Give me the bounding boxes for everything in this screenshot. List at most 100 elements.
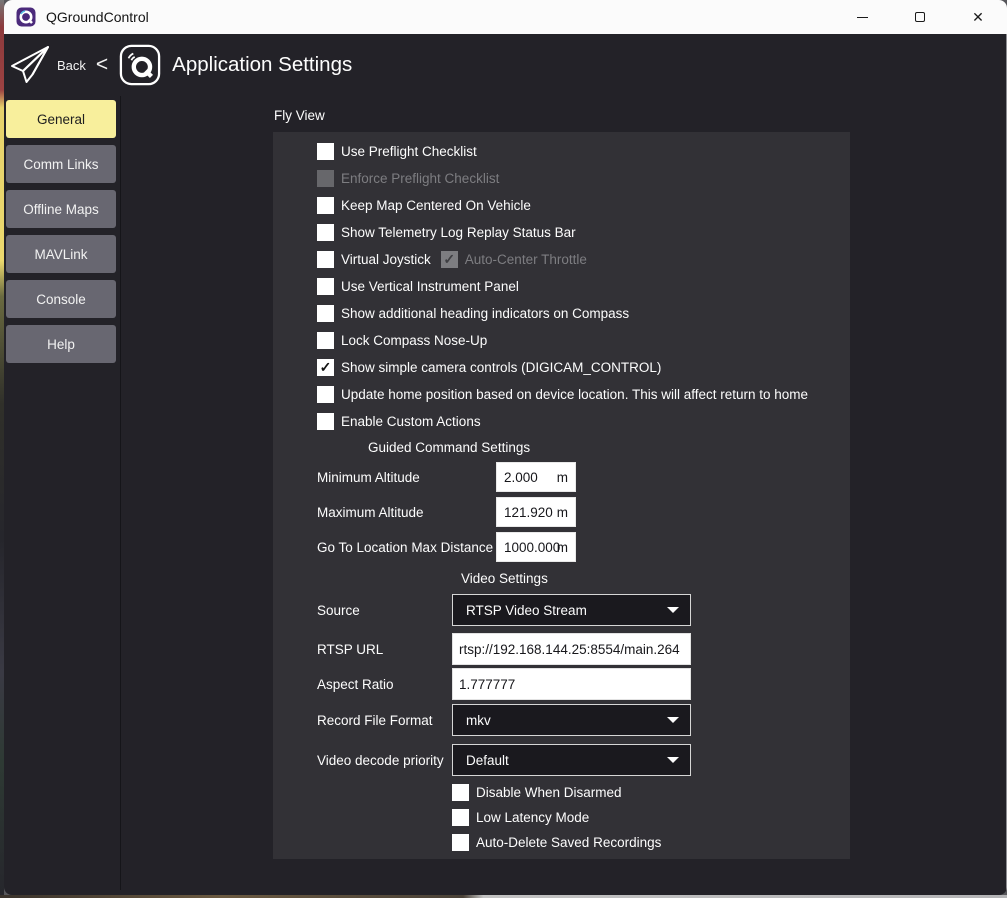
section-label-fly-view: Fly View [274, 108, 325, 123]
row-enforce-preflight-checklist: Enforce Preflight Checklist [317, 170, 499, 187]
guided-command-settings-header: Guided Command Settings [368, 440, 530, 455]
row-rtsp-url: RTSP URL [317, 633, 691, 665]
fly-view-settings-panel: Use Preflight Checklist Enforce Prefligh… [273, 132, 850, 859]
checkbox-label: Lock Compass Nose-Up [341, 333, 487, 348]
checkbox-telemetry-log-replay[interactable] [317, 224, 334, 241]
checkbox-label: Enable Custom Actions [341, 414, 481, 429]
row-lock-compass-nose-up[interactable]: Lock Compass Nose-Up [317, 332, 487, 349]
sidebar-divider [120, 96, 121, 890]
close-button[interactable]: ✕ [949, 0, 1007, 34]
minimize-button[interactable] [833, 0, 891, 34]
window-title: QGroundControl [46, 9, 149, 25]
checkbox-keep-map-centered[interactable] [317, 197, 334, 214]
field-label: Maximum Altitude [317, 505, 496, 520]
checkbox-auto-center-throttle [441, 251, 458, 268]
row-disable-when-disarmed[interactable]: Disable When Disarmed [452, 784, 622, 801]
row-video-decode-priority: Video decode priority Default [317, 744, 691, 776]
checkbox-enable-custom-actions[interactable] [317, 413, 334, 430]
row-use-preflight-checklist[interactable]: Use Preflight Checklist [317, 143, 477, 160]
checkbox-lock-compass-nose-up[interactable] [317, 332, 334, 349]
field-value: 2.000 [497, 470, 538, 485]
checkbox-disable-when-disarmed[interactable] [452, 784, 469, 801]
row-heading-indicators[interactable]: Show additional heading indicators on Co… [317, 305, 629, 322]
video-settings-header: Video Settings [461, 571, 548, 586]
checkbox-label: Show Telemetry Log Replay Status Bar [341, 225, 576, 240]
window-controls: ✕ [833, 0, 1007, 34]
row-record-file-format: Record File Format mkv [317, 704, 691, 736]
qgc-app-icon [16, 7, 36, 27]
maximum-altitude-field[interactable]: 121.920 m [496, 497, 576, 527]
row-enable-custom-actions[interactable]: Enable Custom Actions [317, 413, 481, 430]
video-source-dropdown[interactable]: RTSP Video Stream [452, 594, 691, 626]
checkbox-auto-delete-recordings[interactable] [452, 834, 469, 851]
rtsp-url-input[interactable] [452, 633, 691, 665]
aspect-ratio-input[interactable] [452, 668, 691, 700]
checkbox-enforce-preflight-checklist [317, 170, 334, 187]
checkbox-simple-camera-controls[interactable] [317, 359, 334, 376]
qgroundcontrol-window: QGroundControl ✕ Back < [4, 0, 1007, 895]
dropdown-value: mkv [453, 713, 491, 728]
checkbox-label: Show simple camera controls (DIGICAM_CON… [341, 360, 661, 375]
maximize-button[interactable] [891, 0, 949, 34]
field-label: Minimum Altitude [317, 470, 496, 485]
checkbox-label: Show additional heading indicators on Co… [341, 306, 629, 321]
sidebar-item-offline-maps[interactable]: Offline Maps [6, 190, 116, 228]
paper-plane-icon[interactable] [10, 45, 50, 85]
record-file-format-dropdown[interactable]: mkv [452, 704, 691, 736]
field-label: Video decode priority [317, 753, 452, 768]
checkbox-virtual-joystick[interactable] [317, 251, 334, 268]
checkbox-update-home-position[interactable] [317, 386, 334, 403]
row-low-latency-mode[interactable]: Low Latency Mode [452, 809, 589, 826]
page-title: Application Settings [172, 53, 352, 77]
sidebar-item-help[interactable]: Help [6, 325, 116, 363]
field-value: 121.920 [497, 505, 553, 520]
field-unit: m [557, 540, 568, 555]
settings-header: Back < Application Settings [4, 34, 1007, 96]
back-button[interactable]: Back [57, 58, 86, 73]
row-vertical-instrument-panel[interactable]: Use Vertical Instrument Panel [317, 278, 519, 295]
row-auto-delete-recordings[interactable]: Auto-Delete Saved Recordings [452, 834, 661, 851]
checkbox-label: Auto-Center Throttle [465, 252, 587, 267]
close-icon: ✕ [972, 10, 984, 24]
screen: QGroundControl ✕ Back < [0, 0, 1007, 898]
row-goto-max-distance: Go To Location Max Distance 1000.000 m [317, 532, 576, 562]
sidebar-item-mavlink[interactable]: MAVLink [6, 235, 116, 273]
field-label: Aspect Ratio [317, 677, 452, 692]
field-label: RTSP URL [317, 642, 452, 657]
video-decode-priority-dropdown[interactable]: Default [452, 744, 691, 776]
chevron-down-icon [667, 607, 679, 613]
chevron-down-icon [667, 717, 679, 723]
checkbox-low-latency-mode[interactable] [452, 809, 469, 826]
checkbox-label: Enforce Preflight Checklist [341, 171, 499, 186]
checkbox-heading-indicators[interactable] [317, 305, 334, 322]
row-virtual-joystick[interactable]: Virtual Joystick Auto-Center Throttle [317, 251, 587, 268]
row-telemetry-log-replay[interactable]: Show Telemetry Log Replay Status Bar [317, 224, 576, 241]
field-unit: m [557, 505, 568, 520]
minimum-altitude-field[interactable]: 2.000 m [496, 462, 576, 492]
sidebar-item-general[interactable]: General [6, 100, 116, 138]
title-bar: QGroundControl ✕ [4, 0, 1007, 34]
checkbox-label: Use Preflight Checklist [341, 144, 477, 159]
dropdown-value: RTSP Video Stream [453, 603, 587, 618]
checkbox-vertical-instrument-panel[interactable] [317, 278, 334, 295]
field-label: Go To Location Max Distance [317, 540, 496, 555]
row-update-home-position[interactable]: Update home position based on device loc… [317, 386, 808, 403]
row-aspect-ratio: Aspect Ratio [317, 668, 691, 700]
checkbox-label: Low Latency Mode [476, 810, 589, 825]
field-label: Source [317, 603, 452, 618]
qgc-logo-icon [119, 44, 161, 86]
sidebar-item-console[interactable]: Console [6, 280, 116, 318]
row-video-source: Source RTSP Video Stream [317, 594, 691, 626]
row-minimum-altitude: Minimum Altitude 2.000 m [317, 462, 576, 492]
breadcrumb-separator: < [96, 53, 108, 77]
row-keep-map-centered[interactable]: Keep Map Centered On Vehicle [317, 197, 531, 214]
goto-max-distance-field[interactable]: 1000.000 m [496, 532, 576, 562]
checkbox-label: Use Vertical Instrument Panel [341, 279, 519, 294]
sidebar-item-comm-links[interactable]: Comm Links [6, 145, 116, 183]
row-maximum-altitude: Maximum Altitude 121.920 m [317, 497, 576, 527]
row-simple-camera-controls[interactable]: Show simple camera controls (DIGICAM_CON… [317, 359, 661, 376]
checkbox-label: Auto-Delete Saved Recordings [476, 835, 661, 850]
field-value: 1000.000 [497, 540, 560, 555]
checkbox-use-preflight-checklist[interactable] [317, 143, 334, 160]
checkbox-label: Disable When Disarmed [476, 785, 622, 800]
